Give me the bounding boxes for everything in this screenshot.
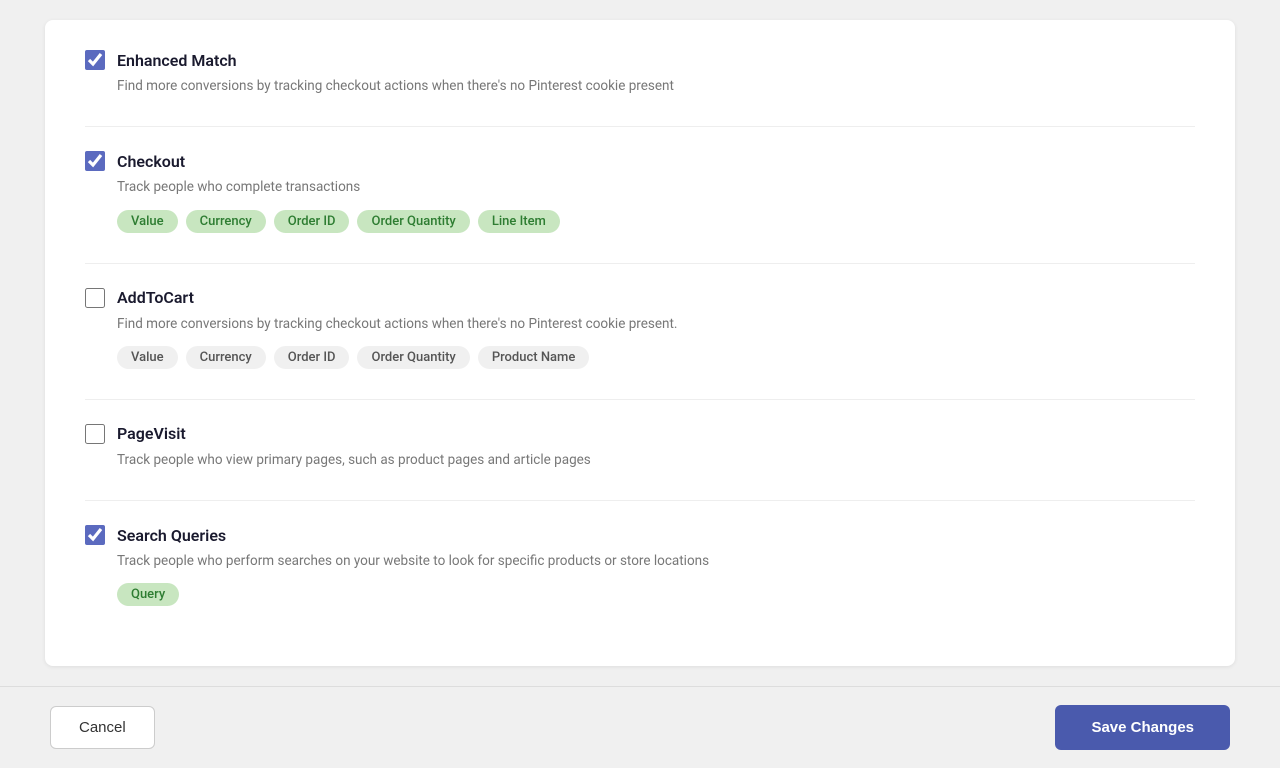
tag-order-quantity: Order Quantity bbox=[357, 210, 469, 233]
tracking-title-checkout: Checkout bbox=[117, 152, 185, 171]
tag-line-item: Line Item bbox=[478, 210, 560, 233]
tags-row-add-to-cart: Value Currency Order ID Order Quantity Produ… bbox=[117, 346, 1195, 369]
tag-product-name: Product Name bbox=[478, 346, 590, 369]
tracking-header-page-visit: PageVisit bbox=[85, 424, 1195, 444]
tracking-header-add-to-cart: AddToCart bbox=[85, 288, 1195, 308]
tracking-header-enhanced-match: Enhanced Match bbox=[85, 50, 1195, 70]
checkbox-wrapper-add-to-cart bbox=[85, 288, 105, 308]
tracking-title-add-to-cart: AddToCart bbox=[117, 288, 194, 307]
tracking-description-checkout: Track people who complete transactions bbox=[117, 177, 1195, 197]
tracking-title-search-queries: Search Queries bbox=[117, 526, 226, 545]
tag-value: Value bbox=[117, 210, 178, 233]
tracking-description-search-queries: Track people who perform searches on you… bbox=[117, 551, 1195, 571]
settings-card: Enhanced Match Find more conversions by t… bbox=[45, 20, 1235, 666]
checkbox-add-to-cart[interactable] bbox=[85, 288, 105, 308]
tags-row-checkout: Value Currency Order ID Order Quantity Line … bbox=[117, 210, 1195, 233]
checkbox-checkout[interactable] bbox=[85, 151, 105, 171]
checkbox-page-visit[interactable] bbox=[85, 424, 105, 444]
checkbox-wrapper-enhanced-match bbox=[85, 50, 105, 70]
checkbox-wrapper-page-visit bbox=[85, 424, 105, 444]
save-changes-button[interactable]: Save Changes bbox=[1055, 705, 1230, 750]
tag-value: Value bbox=[117, 346, 178, 369]
tag-order-quantity: Order Quantity bbox=[357, 346, 469, 369]
tag-query: Query bbox=[117, 583, 179, 606]
tag-order-id: Order ID bbox=[274, 210, 350, 233]
page-wrapper: Enhanced Match Find more conversions by t… bbox=[0, 0, 1280, 768]
checkbox-search-queries[interactable] bbox=[85, 525, 105, 545]
tracking-item-checkout: Checkout Track people who complete transa… bbox=[85, 151, 1195, 232]
tag-currency: Currency bbox=[186, 210, 266, 233]
tracking-item-page-visit: PageVisit Track people who view primary p… bbox=[85, 424, 1195, 470]
tracking-item-add-to-cart: AddToCart Find more conversions by tracki… bbox=[85, 288, 1195, 369]
tracking-item-search-queries: Search Queries Track people who perform s… bbox=[85, 525, 1195, 606]
checkbox-wrapper-checkout bbox=[85, 151, 105, 171]
tracking-description-add-to-cart: Find more conversions by tracking checko… bbox=[117, 314, 1195, 334]
tracking-header-search-queries: Search Queries bbox=[85, 525, 1195, 545]
main-content: Enhanced Match Find more conversions by t… bbox=[0, 0, 1280, 686]
tags-row-search-queries: Query bbox=[117, 583, 1195, 606]
tracking-title-enhanced-match: Enhanced Match bbox=[117, 51, 237, 70]
tracking-description-page-visit: Track people who view primary pages, suc… bbox=[117, 450, 1195, 470]
checkbox-wrapper-search-queries bbox=[85, 525, 105, 545]
tracking-header-checkout: Checkout bbox=[85, 151, 1195, 171]
tracking-description-enhanced-match: Find more conversions by tracking checko… bbox=[117, 76, 1195, 96]
footer: Cancel Save Changes bbox=[0, 686, 1280, 768]
checkbox-enhanced-match[interactable] bbox=[85, 50, 105, 70]
tag-order-id: Order ID bbox=[274, 346, 350, 369]
tracking-item-enhanced-match: Enhanced Match Find more conversions by t… bbox=[85, 50, 1195, 96]
tag-currency: Currency bbox=[186, 346, 266, 369]
tracking-title-page-visit: PageVisit bbox=[117, 424, 186, 443]
cancel-button[interactable]: Cancel bbox=[50, 706, 155, 749]
